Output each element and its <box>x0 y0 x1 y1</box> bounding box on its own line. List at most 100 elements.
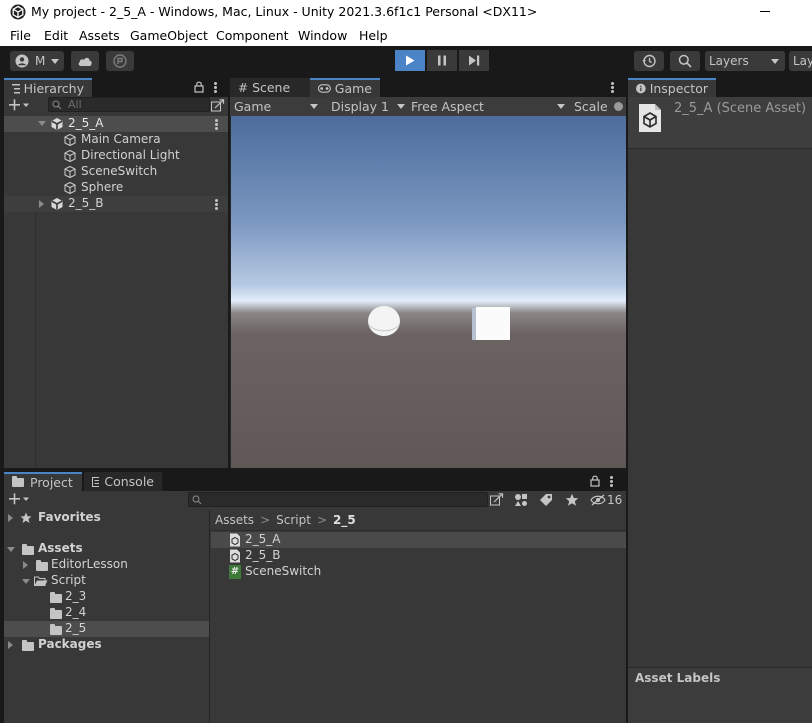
folder-row-selected[interactable]: 2_5 <box>4 621 209 637</box>
project-search-input[interactable] <box>188 492 488 507</box>
hierarchy-item[interactable]: Main Camera <box>4 132 228 148</box>
scale-slider[interactable]: Scale <box>574 97 626 116</box>
chevron-down-icon <box>51 58 60 64</box>
hierarchy-item[interactable]: SceneSwitch <box>4 164 228 180</box>
hierarchy-item-label: SceneSwitch <box>81 164 158 178</box>
breadcrumb-item[interactable]: Script <box>276 513 311 527</box>
layout-dropdown[interactable]: Lay <box>789 51 812 71</box>
breadcrumb-item[interactable]: 2_5 <box>333 513 356 527</box>
tab-project[interactable]: Project <box>4 472 82 491</box>
unity-scene-icon <box>51 198 63 210</box>
expand-arrow-icon[interactable] <box>8 641 13 649</box>
history-button[interactable] <box>634 51 664 71</box>
unity-scene-icon <box>230 533 240 547</box>
create-button[interactable] <box>8 98 30 115</box>
folder-label: 2_4 <box>65 605 87 619</box>
play-button[interactable] <box>395 50 425 71</box>
hierarchy-item[interactable]: Directional Light <box>4 148 228 164</box>
chevron-down-icon <box>771 59 779 64</box>
folder-row[interactable]: 2_3 <box>4 589 209 605</box>
project-create-button[interactable] <box>8 492 32 509</box>
menu-help[interactable]: Help <box>359 28 388 43</box>
asset-labels-section[interactable]: Asset Labels <box>628 667 812 689</box>
chevron-down-icon <box>397 104 405 109</box>
expand-arrow-icon[interactable] <box>38 121 46 126</box>
scene-menu-icon[interactable] <box>215 119 218 130</box>
filter-by-type-icon[interactable] <box>514 493 528 507</box>
list-icon <box>12 83 20 93</box>
step-button[interactable] <box>459 50 489 71</box>
favorite-star-icon[interactable] <box>565 493 579 507</box>
menu-edit[interactable]: Edit <box>44 28 68 43</box>
expand-arrow-icon[interactable] <box>23 561 28 569</box>
game-render-view[interactable] <box>231 116 626 468</box>
tab-inspector-label: Inspector <box>649 81 708 96</box>
assets-folder-row[interactable]: Assets <box>4 541 209 557</box>
file-label: SceneSwitch <box>245 564 322 578</box>
breadcrumb-item[interactable]: Assets <box>215 513 254 527</box>
folder-open-icon <box>34 576 48 586</box>
hierarchy-item[interactable]: Sphere <box>4 180 228 196</box>
packages-folder-row[interactable]: Packages <box>4 637 209 653</box>
tab-hierarchy[interactable]: Hierarchy <box>4 78 92 97</box>
hierarchy-menu-icon[interactable] <box>214 82 217 93</box>
inspector-header: 2_5_A (Scene Asset) <box>628 97 812 149</box>
collab-button[interactable] <box>106 51 134 71</box>
cloud-button[interactable] <box>71 51 99 71</box>
unity-scene-asset-icon <box>639 104 661 132</box>
minimize-button[interactable] <box>742 0 788 24</box>
aspect-label: Free Aspect <box>411 99 484 114</box>
menu-component[interactable]: Component <box>216 28 289 43</box>
hidden-packages-toggle[interactable]: 16 <box>590 492 622 508</box>
hierarchy-scene-row[interactable]: 2_5_A <box>4 116 228 132</box>
menu-gameobject[interactable]: GameObject <box>130 28 208 43</box>
file-row[interactable]: # SceneSwitch <box>211 564 626 580</box>
expand-arrow-icon[interactable] <box>7 547 15 552</box>
unity-logo-icon <box>10 4 26 20</box>
favorites-row[interactable]: Favorites <box>4 510 209 526</box>
lock-icon[interactable] <box>194 81 204 93</box>
search-button[interactable] <box>670 51 700 71</box>
layers-dropdown[interactable]: Layers <box>705 51 785 71</box>
folder-row[interactable]: EditorLesson <box>4 557 209 573</box>
sphere-object <box>368 306 400 336</box>
folder-row[interactable]: 2_4 <box>4 605 209 621</box>
menu-file[interactable]: File <box>10 28 31 43</box>
tab-inspector[interactable]: Inspector <box>628 78 716 97</box>
hierarchy-item-label: Sphere <box>81 180 124 194</box>
scale-slider-handle[interactable] <box>613 102 623 111</box>
project-menu-icon[interactable] <box>610 476 613 487</box>
hierarchy-scene-row[interactable]: 2_5_B <box>4 196 228 212</box>
scene-visibility-icon[interactable] <box>211 99 225 112</box>
aspect-dropdown[interactable]: Free Aspect <box>411 97 565 116</box>
expand-arrow-icon[interactable] <box>39 200 44 208</box>
console-icon <box>92 476 100 487</box>
add-icon <box>9 99 29 111</box>
game-mode-dropdown[interactable]: Game <box>234 97 320 116</box>
tab-scene[interactable]: # Scene <box>230 78 310 97</box>
folder-row[interactable]: Script <box>4 573 209 589</box>
inspector-panel: Inspector 2_5_A (Scene Asset) Asset Labe… <box>628 78 812 723</box>
open-in-window-icon[interactable] <box>490 493 504 506</box>
folder-icon <box>22 544 34 555</box>
filter-by-label-icon[interactable] <box>539 493 553 507</box>
menu-window[interactable]: Window <box>298 28 347 43</box>
file-row-selected[interactable]: 2_5_A <box>211 532 626 548</box>
display-dropdown[interactable]: Display 1 <box>331 97 405 116</box>
expand-arrow-icon[interactable] <box>22 579 30 584</box>
pause-button[interactable] <box>427 50 457 71</box>
lock-icon[interactable] <box>590 475 600 487</box>
view-menu-icon[interactable] <box>611 82 614 93</box>
hierarchy-search-input[interactable]: All <box>48 97 210 112</box>
file-row[interactable]: 2_5_B <box>211 548 626 564</box>
menu-assets[interactable]: Assets <box>79 28 120 43</box>
tab-game[interactable]: Game <box>310 78 380 97</box>
chevron-down-icon <box>310 104 318 109</box>
minimize-icon <box>760 11 770 12</box>
breadcrumb-separator-icon: > <box>260 513 271 527</box>
project-toolbar: 16 <box>4 491 626 510</box>
tab-console[interactable]: Console <box>84 472 162 491</box>
account-dropdown[interactable]: M <box>10 51 64 71</box>
expand-arrow-icon[interactable] <box>8 514 13 522</box>
scene-menu-icon[interactable] <box>215 199 218 210</box>
